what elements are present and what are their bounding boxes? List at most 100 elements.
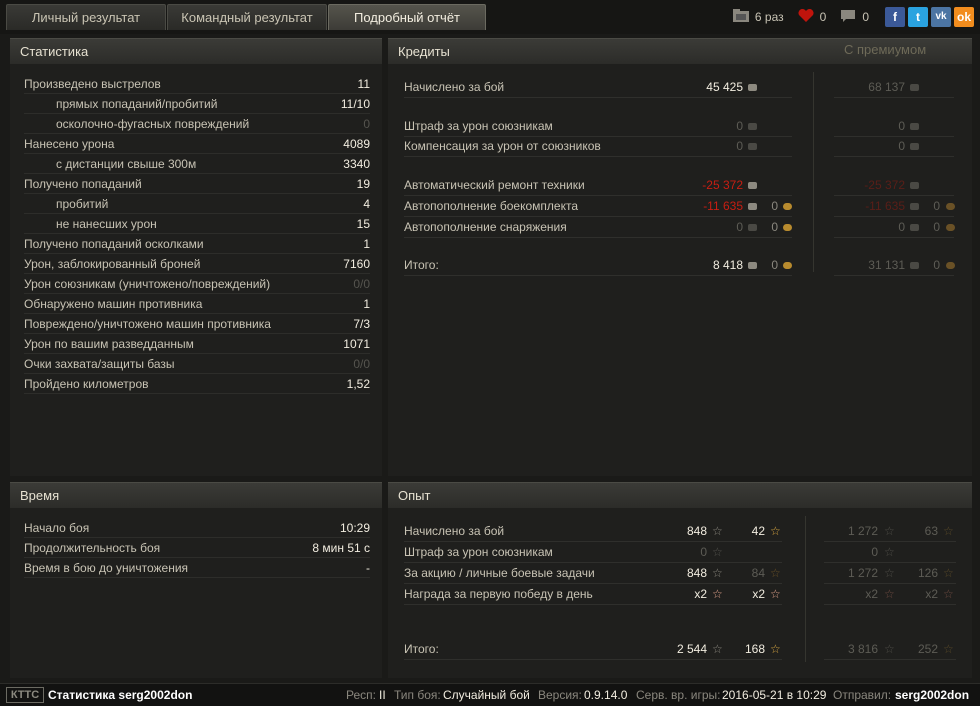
free-xp-value: x2	[752, 587, 765, 601]
premium-xp-value: x2	[865, 587, 878, 601]
time-row: Время в бою до уничтожения -	[24, 558, 370, 578]
heart-icon	[798, 8, 814, 26]
xp-value: 0	[700, 545, 707, 559]
credits-value: 0	[660, 136, 743, 156]
premium-coin-icon	[910, 224, 919, 231]
premium-free-xp-value: x2	[925, 587, 938, 601]
credit-coin-icon	[748, 182, 757, 189]
facebook-icon[interactable]: f	[885, 7, 905, 27]
credits-prem-line	[834, 275, 954, 276]
experience-label: Начислено за бой	[404, 524, 505, 538]
resp-value: II	[379, 688, 386, 702]
premium-xp-value: 1 272	[847, 566, 878, 580]
time-row: Продолжительность боя 8 мин 51 с	[24, 538, 370, 558]
time-row: Начало боя 10:29	[24, 518, 370, 538]
tab-personal-result[interactable]: Личный результат	[6, 4, 166, 30]
credit-coin-icon	[748, 203, 757, 210]
gold-value: 0	[771, 258, 778, 272]
premium-gold-icon	[946, 203, 955, 210]
server-time-value: 2016-05-21 в 10:29	[722, 688, 827, 702]
tab-team-result[interactable]: Командный результат	[167, 4, 327, 30]
free-xp-value: 168	[744, 642, 765, 656]
credits-value-text: -25 372	[702, 178, 743, 192]
folder-icon	[732, 9, 749, 25]
battle-type-value: Случайный бой	[443, 688, 530, 702]
premium-xp-star-icon: ☆	[884, 566, 895, 580]
like-button[interactable]: 0	[798, 8, 827, 26]
top-right-actions: 6 раз 0 0 f t vk ok	[719, 7, 974, 27]
stat-row: Получено попаданий 19	[24, 174, 370, 194]
stat-label: с дистанции свыше 300м	[56, 157, 197, 171]
comments-button[interactable]: 0	[840, 9, 869, 26]
stat-value: 1071	[343, 337, 370, 351]
footer-title: Статистика serg2002don	[48, 688, 193, 702]
premium-coin-icon	[910, 262, 919, 269]
stat-value: 19	[356, 177, 370, 191]
vk-icon[interactable]: vk	[931, 7, 951, 27]
stat-label: пробитий	[56, 197, 109, 211]
stat-value: 4	[363, 197, 370, 211]
premium-gold-icon	[946, 262, 955, 269]
stat-row: Пройдено километров 1,52	[24, 374, 370, 394]
credits-value: 8 418	[660, 255, 743, 275]
odnoklassniki-icon[interactable]: ok	[954, 7, 974, 27]
experience-title: Опыт	[388, 482, 972, 508]
stat-row: Произведено выстрелов 11	[24, 74, 370, 94]
stat-label: Урон, заблокированный броней	[24, 257, 201, 271]
stat-label: Пройдено километров	[24, 377, 149, 391]
stat-label: Повреждено/уничтожено машин противника	[24, 317, 271, 331]
version-value: 0.9.14.0	[584, 688, 628, 702]
stat-row: Нанесено урона 4089	[24, 134, 370, 154]
premium-coin-icon	[910, 203, 919, 210]
likes-count: 0	[819, 10, 827, 24]
xp-value: 848	[686, 566, 707, 580]
credits-label: Начислено за бой	[404, 80, 505, 94]
stat-row: Урон, заблокированный броней 7160	[24, 254, 370, 274]
stat-value: 0	[363, 117, 370, 131]
stat-row: с дистанции свыше 300м 3340	[24, 154, 370, 174]
credits-row-line	[404, 237, 792, 238]
premium-xp-value: 3 816	[847, 642, 878, 656]
experience-label: За акцию / личные боевые задачи	[404, 566, 595, 580]
premium-credits-value: 0	[898, 220, 905, 234]
credits-value-text: 45 425	[706, 80, 743, 94]
stat-label: осколочно-фугасных повреждений	[56, 117, 250, 131]
twitter-icon[interactable]: t	[908, 7, 928, 27]
stat-value: 0/0	[353, 277, 370, 291]
credits-value-text: 0	[736, 220, 743, 234]
xp-star-icon: ☆	[712, 524, 723, 538]
premium-xp-value: 0	[871, 545, 878, 559]
stat-label: Получено попаданий осколками	[24, 237, 204, 251]
bottom-bar: КТТС Статистика serg2002don Респ: II Тип…	[0, 683, 980, 706]
credits-prem-line	[834, 156, 954, 157]
version-label: Версия:	[538, 688, 582, 702]
credits-value-text: -11 635	[703, 199, 743, 213]
stat-row: пробитий 4	[24, 194, 370, 214]
premium-gold-value: 0	[933, 258, 940, 272]
premium-xp-star-icon: ☆	[884, 545, 895, 559]
stat-row: прямых попаданий/пробитий 11/10	[24, 94, 370, 114]
time-panel: Время	[10, 482, 382, 678]
credits-value: 45 425	[660, 77, 743, 97]
stat-value: 7160	[343, 257, 370, 271]
credits-value: -25 372	[660, 175, 743, 195]
free-xp-star-icon: ☆	[770, 642, 781, 656]
stat-label: Обнаружено машин противника	[24, 297, 203, 311]
tab-detailed-report[interactable]: Подробный отчёт	[328, 4, 486, 30]
credits-label: Автопополнение снаряжения	[404, 220, 567, 234]
stat-row: Урон союзникам (уничтожено/повреждений) 0…	[24, 274, 370, 294]
credits-label: Компенсация за урон от союзников	[404, 139, 601, 153]
battles-counter: 6 раз	[732, 9, 784, 25]
free-xp-star-icon: ☆	[770, 524, 781, 538]
credit-coin-icon	[748, 224, 757, 231]
xp-value: 848	[686, 524, 707, 538]
credit-coin-icon	[748, 262, 757, 269]
stat-value: 4089	[343, 137, 370, 151]
premium-xp-value: 1 272	[847, 524, 878, 538]
stat-label: Получено попаданий	[24, 177, 142, 191]
stat-row: не нанесших урон 15	[24, 214, 370, 234]
time-label: Начало боя	[24, 521, 90, 535]
xp-star-icon: ☆	[712, 566, 723, 580]
server-time-label: Серв. вр. игры:	[636, 688, 721, 702]
experience-label: Итого:	[404, 642, 439, 656]
